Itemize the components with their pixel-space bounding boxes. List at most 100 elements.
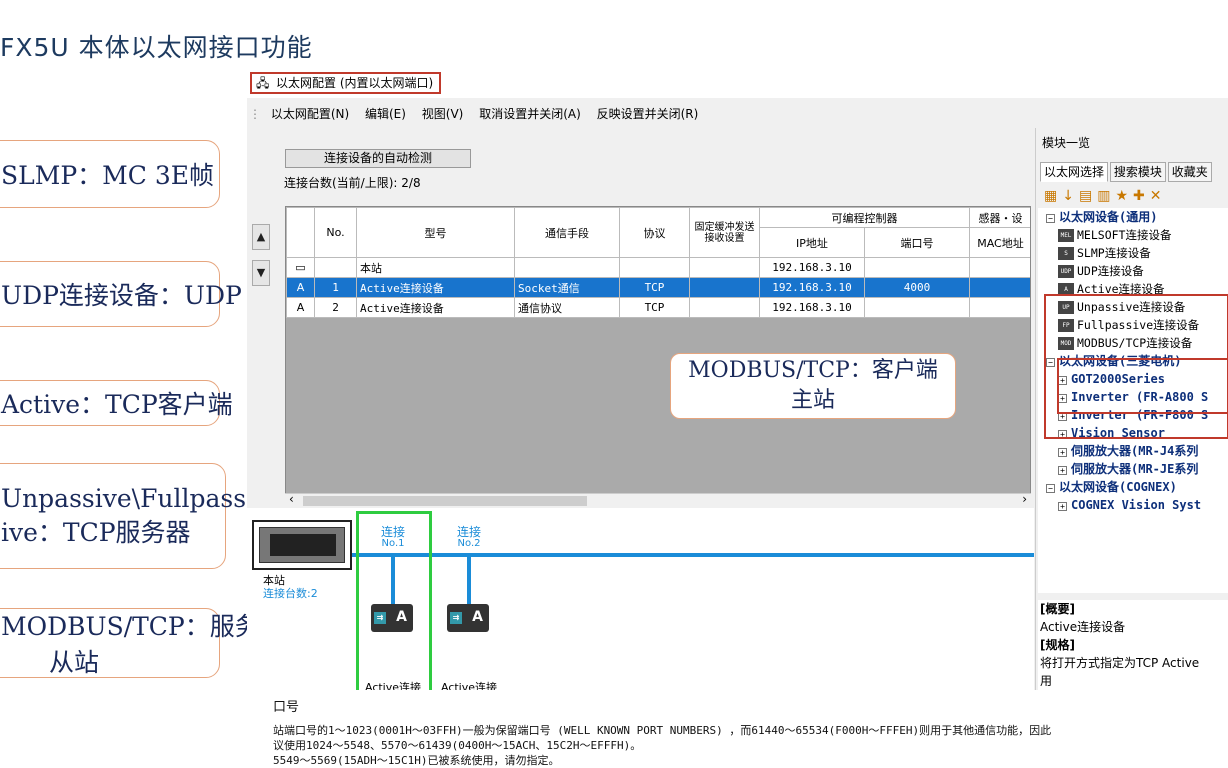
delete-icon[interactable]: ✕ [1150,188,1167,204]
callout-text: 从站 [49,648,100,677]
conn-no: No.2 [457,538,481,549]
menu-apply-close[interactable]: 反映设置并关闭(R) [597,107,699,121]
tree-category[interactable]: − 以太网设备(通用) [1038,208,1228,226]
list-icon[interactable]: ▥ [1097,188,1115,204]
col-port: 端口号 [864,227,970,258]
module-tabs: 以太网选择 搜索模块 收藏夹 [1040,162,1212,182]
connection-label-1: 连接 No.1 [373,526,413,550]
cell-comm[interactable]: Socket通信 [514,277,620,298]
item-label: SLMP连接设备 [1077,246,1151,260]
cell-model: 本站 [356,257,515,278]
plc-icon [259,527,345,563]
menu-edit[interactable]: 编辑(E) [365,107,406,121]
menu-bar: ⋮ 以太网配置(N) 编辑(E) 视图(V) 取消设置并关闭(A) 反映设置并关… [247,102,1034,126]
desc-text: 将打开方式指定为TCP Active [1040,656,1200,670]
menu-ethernet-config[interactable]: 以太网配置(N) [271,107,349,121]
callout-passive: Unpassive\Fullpass ive：TCP服务器 [0,463,246,569]
sort-icon[interactable]: ▦ [1044,188,1062,204]
arrow-icon: ⇉ [374,612,386,624]
table-scrollbar[interactable]: ‹ › [285,492,1031,507]
callout-text: ive：TCP服务器 [1,517,191,547]
title-bar: 🖧 以太网配置 (内置以太网端口) [247,70,1228,98]
callout-text: MODBUS/TCP：客户端 [688,358,938,383]
conn-text: 连接 [456,525,481,539]
window-title-text: 以太网配置 (内置以太网端口) [276,76,434,90]
cell-protocol [619,257,690,278]
station-count: 连接台数:2 [263,587,318,600]
active-device-2[interactable]: ⇉ A [447,604,489,632]
cell-comm[interactable]: 通信协议 [514,297,620,318]
cell-no [314,257,357,278]
tree-category[interactable]: − 以太网设备(COGNEX) [1038,478,1228,496]
category-label: 以太网设备(COGNEX) [1059,480,1177,494]
cell-protocol[interactable]: TCP [619,297,690,318]
menu-cancel-close[interactable]: 取消设置并关闭(A) [479,107,581,121]
tab-search-module[interactable]: 搜索模块 [1109,162,1166,182]
table-row[interactable]: A 1 Active连接设备 Socket通信 TCP 192.168.3.10… [286,277,1030,298]
col-ip: IP地址 [759,227,865,258]
collapse-icon[interactable]: − [1046,484,1055,493]
cell-ip: 192.168.3.10 [759,257,865,278]
cell-ip: 192.168.3.10 [759,277,865,298]
help-text: 站端口号的1～1023(0001H～03FFH)一般为保留端口号 (WELL K… [273,724,1052,737]
tree-subcategory[interactable]: + 伺服放大器(MR-J4系列 [1038,442,1228,460]
item-label: MELSOFT连接设备 [1077,228,1172,242]
drop-line-1 [391,556,395,606]
callout-text: MODBUS/TCP：服务器 [1,612,285,641]
tree-item[interactable]: S SLMP连接设备 [1038,244,1228,262]
slmp-icon: S [1058,247,1074,260]
scroll-left-icon[interactable]: ‹ [289,492,294,506]
cell-protocol[interactable]: TCP [619,277,690,298]
auto-detect-button[interactable]: 连接设备的自动检测 [285,149,471,168]
col-group-sensor: 感器・设 [969,207,1030,228]
collapse-icon[interactable]: − [1046,214,1055,223]
conn-text: 连接 [380,525,405,539]
cell-port[interactable] [864,297,970,318]
expand-icon[interactable]: + [1058,502,1067,511]
slide-title: FX5U 本体以太网接口功能 [0,33,313,62]
callout-modbus-client: MODBUS/TCP：客户端 主站 [670,353,956,419]
panel-title: 模块一览 [1042,136,1091,150]
melsoft-icon: MEL [1058,229,1074,242]
col-comm: 通信手段 [514,207,620,258]
expand-icon[interactable]: + [1058,448,1067,457]
cell-mac [969,257,1030,278]
sort-az-icon[interactable]: ↓ [1062,188,1079,204]
col-fixed-buffer: 固定缓冲发送接收设置 [689,207,760,258]
move-down-button[interactable]: ▼ [252,260,270,286]
folder-icon[interactable]: ▤ [1079,188,1097,204]
conn-no: No.1 [381,538,405,549]
module-toolbar: ▦↓▤▥★✚✕ [1044,188,1166,204]
cell-port[interactable]: 4000 [864,277,970,298]
add-icon[interactable]: ✚ [1133,188,1150,204]
callout-modbus-server: MODBUS/TCP：服务器从站 [0,608,285,678]
menu-view[interactable]: 视图(V) [422,107,464,121]
table-row[interactable]: ▭ 本站 192.168.3.10 [286,257,1030,278]
own-station[interactable] [252,520,352,570]
star-icon[interactable]: ★ [1115,188,1133,204]
scroll-thumb[interactable] [303,496,587,506]
move-up-button[interactable]: ▲ [252,224,270,250]
main-panel: 连接设备的自动检测 连接台数(当前/上限): 2/8 ▲ ▼ No. 型号 通信… [247,128,1034,748]
active-device-icon: A [286,277,315,298]
expand-icon[interactable]: + [1058,466,1067,475]
item-label: UDP连接设备 [1077,264,1144,278]
tree-item[interactable]: UDP UDP连接设备 [1038,262,1228,280]
active-device-1[interactable]: ⇉ A [371,604,413,632]
cell-no: 2 [314,297,357,318]
module-tree: − 以太网设备(通用) MEL MELSOFT连接设备 S SLMP连接设备 UDP U… [1038,208,1228,593]
cell-fixed-buffer [689,297,760,318]
tree-subcategory[interactable]: + 伺服放大器(MR-JE系列 [1038,460,1228,478]
tree-item[interactable]: MEL MELSOFT连接设备 [1038,226,1228,244]
table-row[interactable]: A 2 Active连接设备 通信协议 TCP 192.168.3.10 [286,297,1030,318]
cell-ip: 192.168.3.10 [759,297,865,318]
module-description: [概要] Active连接设备 [规格] 将打开方式指定为TCP Active … [1038,600,1228,690]
tree-subcategory[interactable]: + COGNEX Vision Syst [1038,496,1228,514]
highlight-box [1057,358,1228,414]
desc-text: Active连接设备 [1040,620,1126,634]
tab-ethernet-select[interactable]: 以太网选择 [1040,162,1109,182]
cell-mac [969,297,1030,318]
callout-text: UDP连接设备：UDP [1,281,242,310]
tab-favorites[interactable]: 收藏夹 [1167,162,1212,182]
scroll-right-icon[interactable]: › [1022,492,1027,506]
